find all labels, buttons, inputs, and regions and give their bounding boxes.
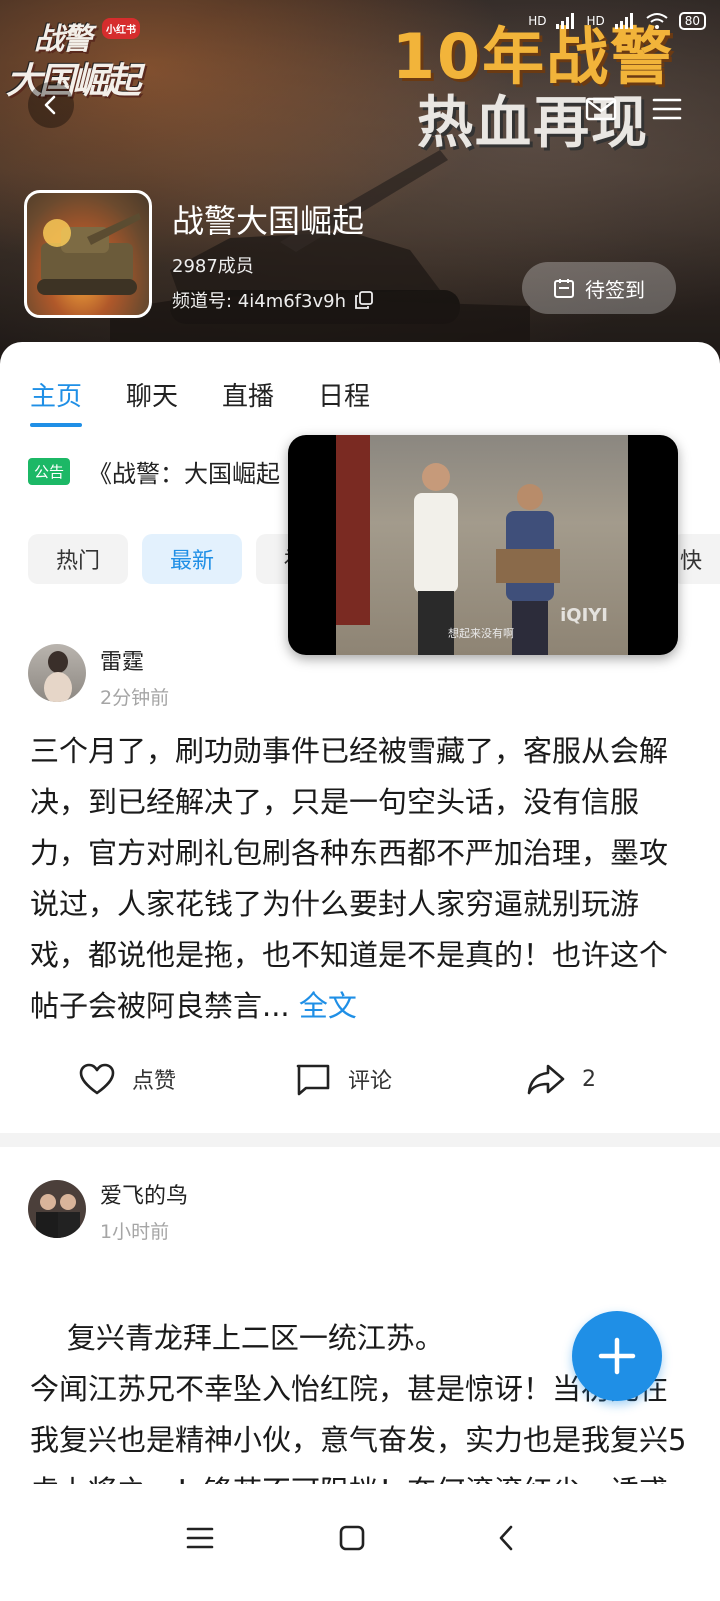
copy-icon[interactable] [354,290,374,310]
announcement-badge: 公告 [28,458,71,485]
channel-id: 频道号: 4i4m6f3v9h [172,291,346,312]
tab-schedule[interactable]: 日程 [318,376,370,427]
share-button[interactable]: 2 [526,1062,596,1096]
back-button[interactable] [28,82,74,128]
tab-home[interactable]: 主页 [30,376,83,427]
like-button[interactable]: 点赞 [78,1062,176,1096]
floating-video-player[interactable]: 想起来没有啊 iQIYI [288,435,678,655]
channel-tabs: 主页 聊天 直播 日程 [30,376,370,427]
post-body[interactable]: 三个月了，刷功勋事件已经被雪藏了，客服从会解决，到已经解决了，只是一句空头话，没… [30,726,690,1032]
announcement-bar[interactable]: 公告 《战警：大国崛起 [28,454,280,489]
promo-line1: 10年战警 [391,20,675,93]
comment-button[interactable]: 评论 [294,1062,392,1096]
signal-hd-2: HD [586,14,605,28]
signal-icon [556,13,575,29]
calendar-icon [554,279,574,298]
post-text: 三个月了，刷功勋事件已经被雪藏了，客服从会解决，到已经解决了，只是一句空头话，没… [30,734,669,1023]
post-author[interactable]: 爱飞的鸟 [100,1178,188,1210]
signal-hd-1: HD [528,14,547,28]
promo-line2: 热血再现 [417,91,649,156]
menu-icon [186,1527,214,1549]
logo-tag: 小红书 [102,18,140,39]
comment-icon [296,1064,330,1096]
filter-hot[interactable]: 热门 [28,534,129,584]
filter-latest[interactable]: 最新 [142,534,243,584]
signal-icon-2 [614,13,633,29]
video-scene-wall [336,435,370,625]
channel-banner: 战警 小红书 大国崛起 10年战警 热血再现 HD HD 80 战警大国崛起 2… [0,0,720,380]
heart-icon [79,1063,115,1095]
tab-live[interactable]: 直播 [222,376,274,427]
post-author[interactable]: 雷霆 [100,644,144,676]
chevron-left-icon [499,1525,513,1551]
avatar[interactable] [28,644,86,702]
post-divider [0,1133,720,1147]
avatar-image [36,1194,80,1238]
avatar[interactable] [28,1180,86,1238]
system-nav-bar [0,1484,720,1601]
checkin-label: 待签到 [585,277,645,302]
video-subtitle: 想起来没有啊 [448,627,514,640]
game-logo: 战警 小红书 大国崛起 [6,14,156,102]
comment-label: 评论 [348,1069,393,1094]
menu-button[interactable] [644,86,690,132]
nav-menu-button[interactable] [170,1508,230,1568]
home-square-icon [339,1525,365,1551]
chevron-left-icon [44,95,56,115]
channel-id-row: 频道号: 4i4m6f3v9h [172,287,374,313]
share-icon [527,1064,565,1095]
mail-button[interactable] [578,86,624,132]
post-actions: 点赞 评论 2 [0,1054,720,1110]
nav-home-button[interactable] [322,1508,382,1568]
group-name: 战警大国崛起 [172,202,365,240]
checkin-button[interactable]: 待签到 [522,262,676,314]
battery-indicator: 80 [678,12,706,30]
promo-headline: 10年战警 热血再现 [378,22,688,156]
group-avatar[interactable] [24,190,152,318]
share-count: 2 [582,1066,596,1092]
read-more-link[interactable]: 全文 [299,989,357,1023]
video-frame: 想起来没有啊 iQIYI [336,435,628,655]
status-bar: HD HD 80 [528,12,706,30]
avatar-image [44,651,72,702]
member-count: 2987成员 [172,256,254,277]
filter-overflow[interactable]: 快 [672,534,720,584]
new-post-button[interactable] [572,1311,662,1401]
announcement-text: 《战警：大国崛起 [88,460,281,488]
wifi-icon [646,13,668,29]
tab-chat[interactable]: 聊天 [126,376,178,427]
tank-avatar-image [37,213,141,295]
plus-icon [598,1337,636,1375]
menu-icon [652,98,682,120]
nav-back-button[interactable] [476,1508,536,1568]
mail-icon [585,97,617,121]
post-time: 2分钟前 [100,687,170,709]
post-time: 1小时前 [100,1221,170,1243]
like-label: 点赞 [132,1069,177,1094]
video-watermark: iQIYI [560,605,608,626]
